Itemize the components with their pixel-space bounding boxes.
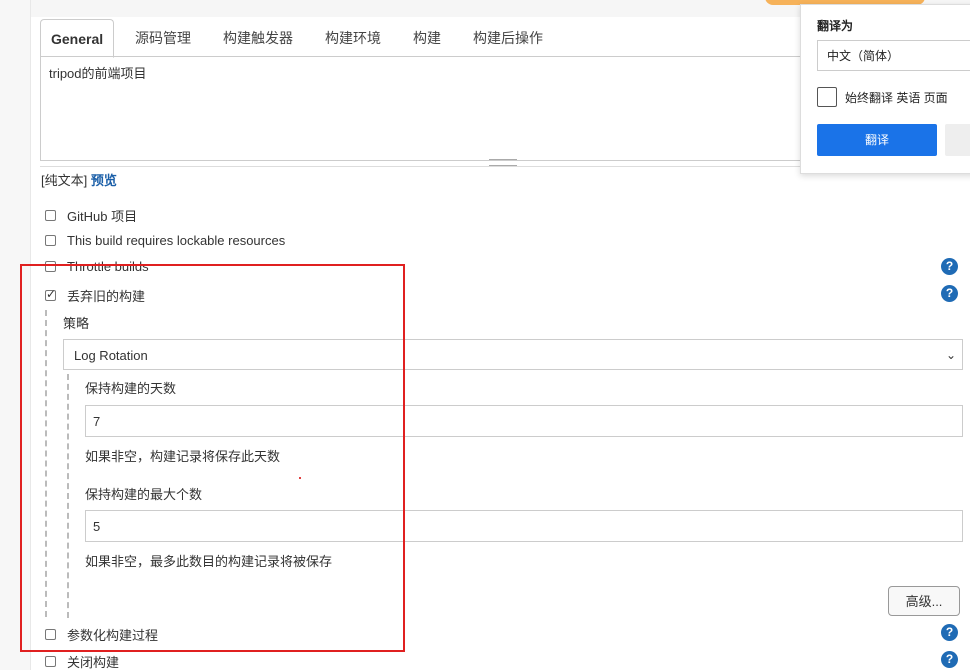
tab-post-build[interactable]: 构建后操作 [473,19,543,55]
plain-text-label: [纯文本] [41,173,88,188]
translate-button[interactable]: 翻译 [817,124,937,156]
tab-build[interactable]: 构建 [413,19,441,55]
preview-row: [纯文本] 预览 [41,170,117,189]
disable-help-icon[interactable]: ? [941,651,958,668]
parameterized-help-icon[interactable]: ? [941,624,958,641]
target-language-select[interactable]: 中文（简体） [817,40,970,71]
preview-link[interactable]: 预览 [91,173,117,188]
github-project-checkbox[interactable] [45,210,56,221]
secondary-button[interactable] [945,124,970,156]
config-tabs: General 源码管理 构建触发器 构建环境 构建 构建后操作 [40,19,800,58]
chevron-down-icon: ⌄ [945,348,956,362]
lockable-resources-label: This build requires lockable resources [67,233,286,248]
tab-source-control[interactable]: 源码管理 [135,19,191,55]
option-github-project[interactable]: GitHub 项目 [45,206,137,225]
disable-build-label: 关闭构建 [67,655,120,670]
annotation-dot [299,477,301,479]
option-disable-build[interactable]: 关闭构建 [45,652,119,671]
lockable-resources-checkbox[interactable] [45,235,56,246]
advanced-button[interactable]: 高级... [888,586,960,616]
tab-general[interactable]: General [40,19,115,58]
tab-build-environment[interactable]: 构建环境 [325,19,381,55]
tab-build-triggers[interactable]: 构建触发器 [223,19,293,55]
option-lockable-resources[interactable]: This build requires lockable resources [45,233,285,248]
discard-help-icon[interactable]: ? [941,285,958,302]
github-project-label: GitHub 项目 [67,209,138,224]
translate-title: 翻译为 [817,19,854,33]
always-translate-checkbox[interactable] [817,87,837,107]
throttle-help-icon[interactable]: ? [941,258,958,275]
always-translate-label: 始终翻译 英语 页面 [845,91,948,105]
disable-build-checkbox[interactable] [45,656,56,667]
translate-popup: 翻译为 中文（简体） 始终翻译 英语 页面 翻译 [800,4,970,174]
highlight-annotation-box [20,264,405,652]
